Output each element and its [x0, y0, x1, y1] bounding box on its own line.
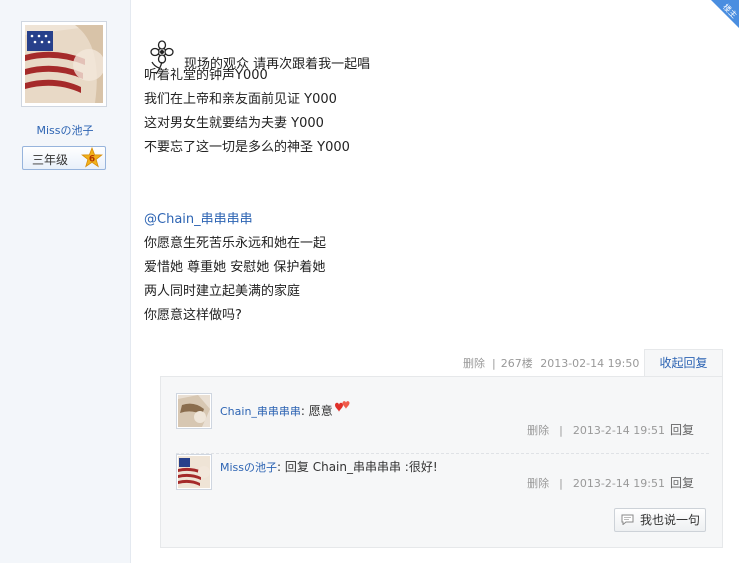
say-something-label: 我也说一句 — [640, 513, 701, 527]
level-badge[interactable]: 三年级 6 — [22, 146, 106, 170]
level-number: 6 — [89, 155, 95, 165]
reply-meta: 删除 | 2013-2-14 19:51 回复 — [527, 421, 694, 438]
meta-separator: | — [559, 424, 563, 437]
avatar-image — [178, 456, 210, 488]
comment-icon — [621, 514, 634, 526]
reply-text: Missの池子: 回复 Chain_串串串串 :很好! — [220, 458, 438, 475]
say-something-button[interactable]: 我也说一句 — [614, 508, 706, 532]
delete-reply-link[interactable]: 删除 — [527, 477, 549, 490]
post-line: 我们在上帝和亲友面前见证 Y000 — [144, 92, 337, 107]
post-content: 现场的观众 请再次跟着我一起唱 听着礼堂的钟声Y000 我们在上帝和亲友面前见证… — [144, 40, 704, 328]
author-username[interactable]: Missの池子 — [0, 122, 130, 138]
level-label: 三年级 — [32, 153, 69, 167]
post-line: 这对男女生就要结为夫妻 Y000 — [144, 116, 324, 131]
post-line: 听着礼堂的钟声Y000 — [144, 68, 268, 83]
post-line: 爱惜她 尊重她 安慰她 保护着她 — [144, 260, 326, 275]
post-line: 两人同时建立起美满的家庭 — [144, 284, 301, 299]
mention-link[interactable]: @Chain_串串串串 — [144, 208, 704, 232]
reply-content: 愿意 — [308, 404, 333, 418]
post-line: 你愿意这样做吗? — [144, 308, 242, 323]
reply-content: 回复 Chain_串串串串 :很好! — [284, 460, 438, 474]
reply-colon: : — [300, 404, 305, 418]
meta-separator: | — [559, 477, 563, 490]
avatar-image — [25, 25, 103, 103]
reply-username[interactable]: Chain_串串串串 — [220, 405, 301, 418]
reply-avatar[interactable] — [176, 393, 212, 429]
delete-post-link[interactable]: 删除 — [463, 355, 485, 371]
author-avatar[interactable] — [21, 21, 107, 107]
reply-link[interactable]: 回复 — [670, 423, 694, 437]
reply-colon: : — [277, 460, 282, 474]
post-meta: 删除 | 267楼 2013-02-14 19:50 — [463, 355, 639, 371]
reply-avatar[interactable] — [176, 454, 212, 490]
level-star-icon: 6 — [81, 147, 103, 168]
reply-item: Missの池子: 回复 Chain_串串串串 :很好! 删除 | 2013-2-14… — [176, 453, 709, 516]
reply-username[interactable]: Missの池子 — [220, 461, 277, 474]
avatar-image — [178, 395, 210, 427]
heart-icon — [334, 401, 350, 412]
post-line: 现场的观众 请再次跟着我一起唱 — [144, 40, 704, 75]
reply-text: Chain_串串串串: 愿意 — [220, 400, 353, 419]
reply-timestamp: 2013-2-14 19:51 — [572, 424, 665, 437]
reply-panel: Chain_串串串串: 愿意 删除 | 2013-2-14 19:51 回复 M… — [160, 376, 723, 548]
post-line: 你愿意生死苦乐永远和她在一起 — [144, 236, 327, 251]
collapse-replies-button[interactable]: 收起回复 — [644, 349, 723, 376]
author-sidebar: Missの池子 三年级 6 — [0, 0, 131, 563]
reply-timestamp: 2013-2-14 19:51 — [572, 477, 665, 490]
reply-meta: 删除 | 2013-2-14 19:51 回复 — [527, 474, 694, 491]
floor-owner-tag: 楼主 — [711, 0, 739, 28]
meta-separator: | — [492, 357, 496, 370]
post-line: 不要忘了这一切是多么的神圣 Y000 — [144, 140, 350, 155]
post-timestamp: 2013-02-14 19:50 — [540, 357, 640, 370]
reply-item: Chain_串串串串: 愿意 删除 | 2013-2-14 19:51 回复 — [176, 391, 709, 453]
reply-link[interactable]: 回复 — [670, 476, 694, 490]
delete-reply-link[interactable]: 删除 — [527, 424, 549, 437]
floor-number: 267楼 — [500, 357, 533, 370]
